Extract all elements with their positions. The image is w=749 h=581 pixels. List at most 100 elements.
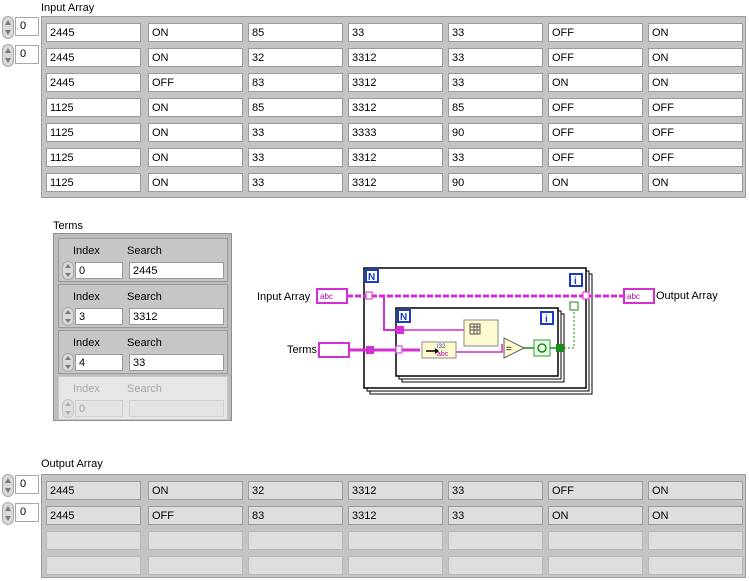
array-cell[interactable]: 90	[448, 123, 543, 142]
increment-arrow-icon[interactable]	[65, 356, 71, 360]
array-cell[interactable]: ON	[648, 48, 743, 67]
search-field[interactable]: 33	[129, 354, 224, 371]
index-spinner[interactable]	[62, 261, 74, 280]
increment-arrow-icon[interactable]	[5, 506, 11, 511]
empty-array-cell	[248, 531, 343, 550]
array-cell[interactable]: 1125	[46, 123, 141, 142]
decrement-arrow-icon[interactable]	[65, 273, 71, 277]
inner-bool-tunnel	[556, 344, 564, 352]
col-index-spinner[interactable]	[2, 44, 14, 67]
array-cell[interactable]: ON	[548, 73, 643, 92]
array-cell[interactable]: 1125	[46, 173, 141, 192]
array-cell[interactable]: OFF	[548, 148, 643, 167]
array-cell[interactable]: 2445	[46, 23, 141, 42]
array-cell[interactable]: 33	[248, 173, 343, 192]
search-field[interactable]: 3312	[129, 308, 224, 325]
array-cell[interactable]: ON	[648, 173, 743, 192]
row-index-value[interactable]: 0	[15, 475, 39, 494]
array-cell[interactable]: 83	[248, 73, 343, 92]
array-cell[interactable]: 1125	[46, 98, 141, 117]
decrement-arrow-icon[interactable]	[65, 411, 71, 415]
increment-arrow-icon[interactable]	[5, 20, 11, 25]
increment-arrow-icon[interactable]	[65, 264, 71, 268]
index-field[interactable]: 0	[75, 262, 123, 279]
index-field[interactable]: 3	[75, 308, 123, 325]
terms-cluster[interactable]: Index Search 0 2445	[58, 238, 228, 282]
row-index-spinner[interactable]	[2, 474, 14, 497]
array-cell[interactable]: OFF	[648, 123, 743, 142]
array-cell[interactable]: 3312	[348, 73, 443, 92]
decrement-arrow-icon[interactable]	[65, 365, 71, 369]
array-cell[interactable]: 33	[248, 148, 343, 167]
array-cell[interactable]: 90	[448, 173, 543, 192]
index-field[interactable]: 4	[75, 354, 123, 371]
array-cell[interactable]: 2445	[46, 48, 141, 67]
array-cell[interactable]: OFF	[648, 148, 743, 167]
increment-arrow-icon[interactable]	[5, 48, 11, 53]
conditional-tunnel	[569, 301, 579, 311]
row-index-spinner[interactable]	[2, 16, 14, 39]
array-cell[interactable]: 33	[248, 123, 343, 142]
array-cell[interactable]: OFF	[548, 23, 643, 42]
search-field[interactable]	[129, 400, 224, 417]
array-cell[interactable]: ON	[648, 23, 743, 42]
array-cell[interactable]: 85	[248, 98, 343, 117]
input-array-row-index[interactable]: 0	[2, 16, 39, 39]
array-cell[interactable]: 32	[248, 48, 343, 67]
search-field[interactable]: 2445	[129, 262, 224, 279]
increment-arrow-icon[interactable]	[65, 310, 71, 314]
array-cell[interactable]: 85	[248, 23, 343, 42]
array-cell[interactable]: ON	[148, 23, 243, 42]
input-array-col-index[interactable]: 0	[2, 44, 39, 67]
output-array-col-index[interactable]: 0	[2, 502, 39, 525]
increment-arrow-icon[interactable]	[5, 478, 11, 483]
row-index-value[interactable]: 0	[15, 17, 39, 36]
index-field[interactable]: 0	[75, 400, 123, 417]
array-cell[interactable]: 3333	[348, 123, 443, 142]
array-cell[interactable]: ON	[148, 173, 243, 192]
array-cell[interactable]: 33	[348, 23, 443, 42]
decrement-arrow-icon[interactable]	[65, 319, 71, 323]
array-cell[interactable]: 3312	[348, 148, 443, 167]
increment-arrow-icon[interactable]	[65, 402, 71, 406]
decrement-arrow-icon[interactable]	[5, 488, 11, 493]
n-count-glyph: N	[368, 272, 375, 283]
terms-cluster[interactable]: Index Search 4 33	[58, 330, 228, 374]
array-cell[interactable]: ON	[148, 148, 243, 167]
array-cell[interactable]: OFF	[548, 98, 643, 117]
empty-array-cell	[46, 556, 141, 575]
input-terminal-glyph: abc	[320, 292, 333, 301]
terms-cluster[interactable]: Index Search 3 3312	[58, 284, 228, 328]
array-cell[interactable]: OFF	[548, 123, 643, 142]
col-index-value[interactable]: 0	[15, 503, 39, 522]
decrement-arrow-icon[interactable]	[5, 30, 11, 35]
array-cell[interactable]: 33	[448, 148, 543, 167]
index-spinner[interactable]	[62, 399, 74, 418]
col-index-spinner[interactable]	[2, 502, 14, 525]
tunnel-in	[365, 291, 373, 300]
col-index-value[interactable]: 0	[15, 45, 39, 64]
array-cell[interactable]: 3312	[348, 98, 443, 117]
array-cell[interactable]: ON	[148, 98, 243, 117]
array-cell[interactable]: OFF	[548, 48, 643, 67]
index-spinner[interactable]	[62, 353, 74, 372]
array-cell[interactable]: ON	[648, 73, 743, 92]
array-cell[interactable]: 1125	[46, 148, 141, 167]
array-cell[interactable]: 85	[448, 98, 543, 117]
array-cell[interactable]: OFF	[648, 98, 743, 117]
array-cell[interactable]: 3312	[348, 48, 443, 67]
array-cell[interactable]: 33	[448, 23, 543, 42]
index-spinner[interactable]	[62, 307, 74, 326]
array-cell[interactable]: OFF	[148, 73, 243, 92]
index-header: Index	[73, 337, 100, 349]
array-cell[interactable]: ON	[548, 173, 643, 192]
array-cell[interactable]: 3312	[348, 173, 443, 192]
output-array-row-index[interactable]: 0	[2, 474, 39, 497]
array-cell[interactable]: ON	[148, 123, 243, 142]
array-cell[interactable]: 33	[448, 73, 543, 92]
array-cell[interactable]: 2445	[46, 73, 141, 92]
array-cell[interactable]: ON	[148, 48, 243, 67]
decrement-arrow-icon[interactable]	[5, 516, 11, 521]
array-cell[interactable]: 33	[448, 48, 543, 67]
decrement-arrow-icon[interactable]	[5, 58, 11, 63]
